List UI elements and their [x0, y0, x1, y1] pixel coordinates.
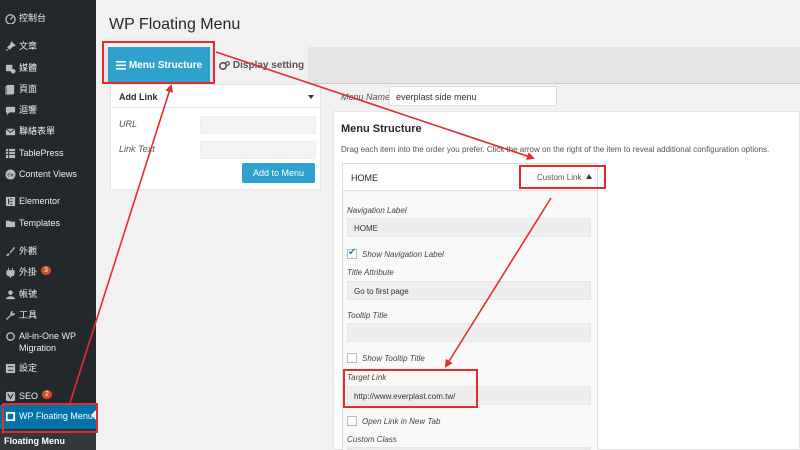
open-new-tab-text: Open Link in New Tab — [362, 417, 441, 426]
tab-display-setting[interactable]: Display setting — [215, 47, 308, 84]
menu-item-title: HOME — [351, 173, 378, 183]
wrench-icon — [4, 309, 16, 321]
sidebar-item-tools[interactable]: 工具 — [0, 309, 96, 321]
tooltip-title-input[interactable] — [347, 323, 591, 342]
sidebar-item-label: 媒體 — [19, 63, 38, 73]
plugin-icon — [4, 266, 16, 278]
sidebar-item-label: 頁面 — [19, 84, 38, 94]
url-input[interactable] — [200, 116, 316, 134]
sidebar-item-contact[interactable]: 聯絡表單 — [0, 125, 96, 137]
tab-label: Display setting — [232, 60, 305, 71]
sidebar-item-pages[interactable]: 頁面 — [0, 83, 96, 95]
pin-icon — [4, 40, 16, 52]
add-link-panel: Add Link URL Link Text Add to Menu — [110, 84, 321, 190]
sidebar-item-settings[interactable]: 設定 — [0, 362, 96, 374]
mail-icon — [4, 125, 16, 137]
open-new-tab-checkbox[interactable] — [347, 416, 357, 426]
brush-icon — [4, 245, 16, 257]
navigation-label-label: Navigation Label — [347, 206, 407, 215]
comment-icon — [4, 104, 16, 116]
page-icon — [4, 83, 16, 95]
add-link-title: Add Link — [119, 92, 158, 102]
seo-count-badge: 2 — [42, 390, 52, 399]
gears-icon — [218, 60, 230, 71]
dashboard-icon — [4, 12, 16, 24]
sidebar-item-content-views[interactable]: CV Content Views — [0, 168, 96, 180]
sidebar-item-comments[interactable]: 迴響 — [0, 104, 96, 116]
migration-icon — [4, 330, 16, 342]
navigation-label-input[interactable]: HOME — [347, 218, 591, 237]
sidebar-item-label: SEO — [19, 391, 39, 401]
sidebar-item-tablepress[interactable]: TablePress — [0, 147, 96, 159]
caret-down-icon[interactable] — [308, 95, 314, 99]
sidebar-item-label: 控制台 — [19, 13, 47, 23]
update-count-badge: 3 — [41, 266, 51, 275]
submenu-item-floating-menu[interactable]: Floating Menu — [0, 430, 96, 450]
sidebar-item-label: 迴響 — [19, 105, 38, 115]
url-label: URL — [119, 119, 138, 129]
sidebar-item-migration[interactable]: All-in-One WP Migration — [0, 330, 92, 354]
sidebar-item-label: 外掛 — [19, 267, 38, 277]
sidebar-item-elementor[interactable]: Elementor — [0, 195, 96, 207]
cv-icon: CV — [4, 168, 16, 180]
sidebar-item-label: 帳號 — [19, 289, 38, 299]
title-attribute-label: Title Attribute — [347, 268, 394, 277]
media-icon — [4, 62, 16, 74]
sidebar-item-label: All-in-One WP Migration — [19, 331, 76, 353]
svg-text:CV: CV — [7, 172, 14, 177]
add-link-header[interactable]: Add Link — [111, 85, 320, 108]
custom-class-label: Custom Class — [347, 435, 397, 444]
sidebar-item-plugins[interactable]: 外掛 3 — [0, 266, 96, 278]
link-text-input[interactable] — [200, 141, 316, 159]
sidebar-item-label: Elementor — [19, 196, 61, 206]
user-icon — [4, 288, 16, 300]
sidebar-item-label: TablePress — [19, 148, 64, 158]
add-to-menu-button[interactable]: Add to Menu — [242, 163, 315, 183]
annotation-box-custom-link — [519, 165, 606, 189]
sidebar-item-label: Content Views — [19, 169, 77, 179]
sidebar-item-label: 工具 — [19, 310, 38, 320]
sidebar-item-media[interactable]: 媒體 — [0, 62, 96, 74]
menu-structure-description: Drag each item into the order you prefer… — [341, 145, 770, 154]
sidebar-item-label: 設定 — [19, 363, 38, 373]
tooltip-title-label: Tooltip Title — [347, 311, 388, 320]
sidebar-item-seo[interactable]: SEO 2 — [0, 390, 96, 402]
sidebar-item-users[interactable]: 帳號 — [0, 288, 96, 300]
link-text-label: Link Text — [119, 144, 155, 154]
admin-sidebar: 控制台 文章 媒體 頁面 迴響 聯絡表單 TablePress CV Conte… — [0, 0, 97, 450]
sidebar-item-templates[interactable]: Templates — [0, 217, 96, 229]
elementor-icon — [4, 195, 16, 207]
annotation-box-target-link — [343, 369, 478, 408]
show-tooltip-title-text: Show Tooltip Title — [362, 354, 425, 363]
sidebar-item-label: 聯絡表單 — [19, 126, 56, 136]
menu-structure-title: Menu Structure — [341, 123, 422, 135]
annotation-box-sidebar-item — [2, 403, 98, 433]
sidebar-item-appearance[interactable]: 外觀 — [0, 245, 96, 257]
show-tooltip-title-checkbox[interactable] — [347, 353, 357, 363]
yoast-icon — [4, 390, 16, 402]
table-icon — [4, 147, 16, 159]
sidebar-item-posts[interactable]: 文章 — [0, 40, 96, 52]
menu-name-label: Menu Name — [341, 92, 391, 102]
sidebar-item-label: 外觀 — [19, 246, 38, 256]
show-navigation-label-checkbox[interactable] — [347, 247, 357, 259]
annotation-box-tab — [102, 41, 215, 84]
settings-icon — [4, 362, 16, 374]
sidebar-item-label: 文章 — [19, 41, 38, 51]
folder-icon — [4, 217, 16, 229]
sidebar-item-dashboard[interactable]: 控制台 — [0, 12, 96, 24]
title-attribute-input[interactable]: Go to first page — [347, 281, 591, 300]
sidebar-item-label: Templates — [19, 218, 61, 228]
page-title: WP Floating Menu — [109, 16, 241, 33]
show-navigation-label-text: Show Navigation Label — [362, 250, 444, 259]
menu-name-input[interactable]: everplast side menu — [389, 86, 557, 106]
